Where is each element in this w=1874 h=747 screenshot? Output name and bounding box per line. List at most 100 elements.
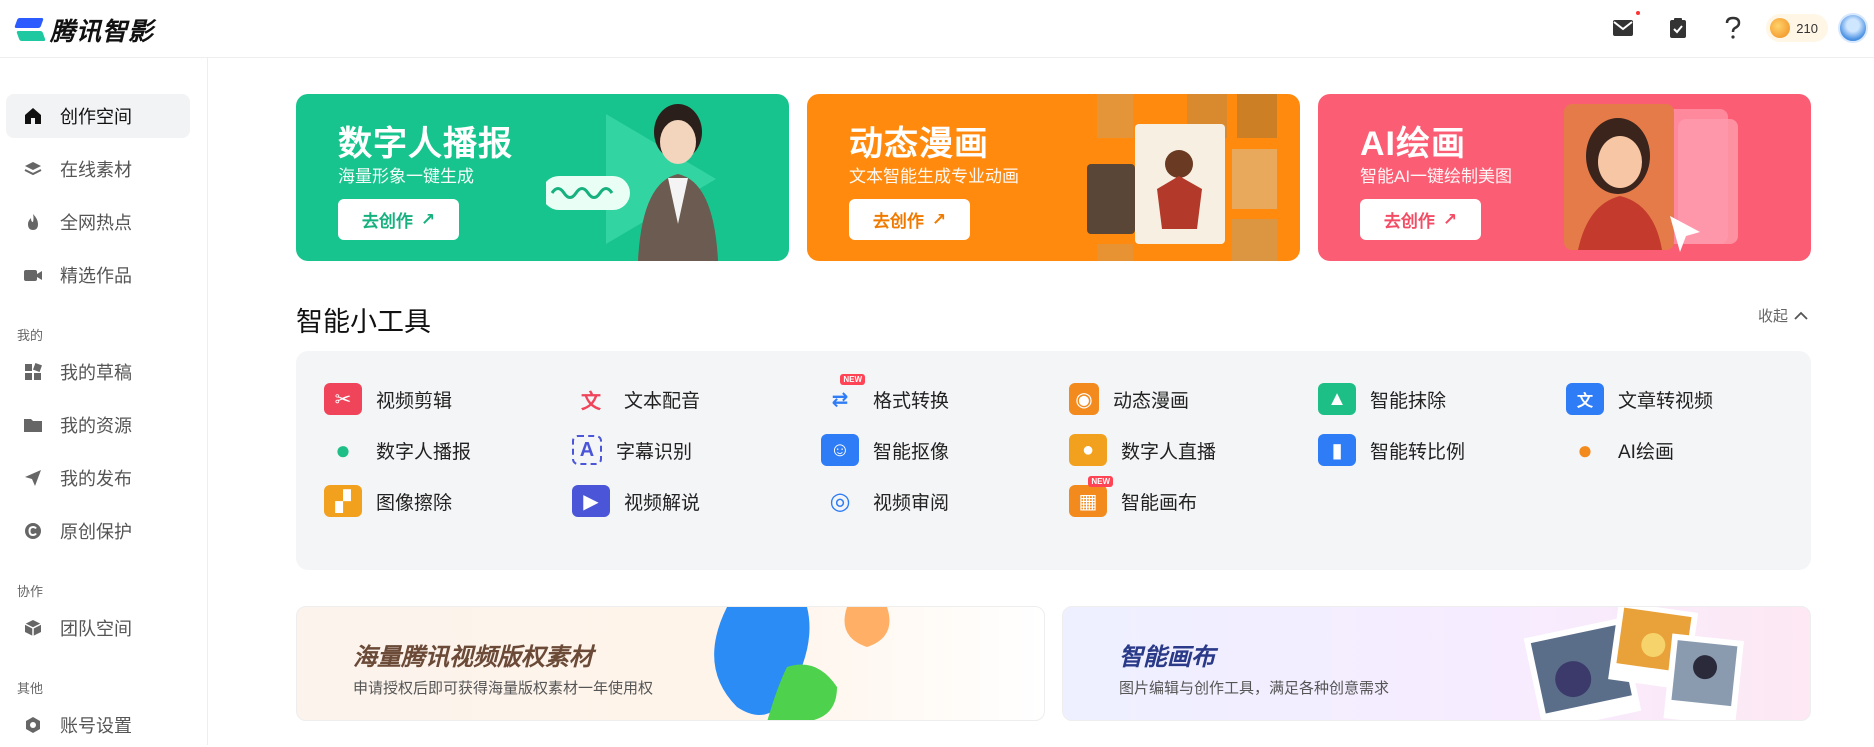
create-button-label: 去创作 <box>872 212 924 231</box>
palette-card-icon: ◉ <box>1069 383 1099 415</box>
tool-label: 智能转比例 <box>1370 441 1466 463</box>
sidebar-item-creation-space[interactable]: 创作空间 <box>6 94 190 138</box>
tool-format-convert[interactable]: ⇄ NEW 格式转换 <box>821 374 949 416</box>
video-review-icon: ◎ <box>829 487 851 515</box>
sidebar-item-account-settings[interactable]: 账号设置 <box>6 703 190 747</box>
sidebar-item-team-space[interactable]: 团队空间 <box>6 606 190 650</box>
tool-image-erase[interactable]: ▞ 图像擦除 <box>324 484 452 518</box>
clipboard-check-icon[interactable] <box>1665 15 1691 41</box>
tool-dynamic-comic[interactable]: ◉ 动态漫画 <box>1069 382 1189 416</box>
promo-decoration <box>714 607 890 720</box>
tool-smart-cutout[interactable]: ☺ 智能抠像 <box>821 433 949 467</box>
cube-icon <box>22 617 44 639</box>
tool-smart-erase[interactable]: ▲ 智能抹除 <box>1318 382 1446 416</box>
app-name: 腾讯智影 <box>50 18 155 46</box>
group-label-mine: 我的 <box>17 328 44 343</box>
tool-digital-human-live[interactable]: ● 数字人直播 <box>1069 433 1216 467</box>
create-button[interactable]: 去创作 ↗ <box>1360 199 1481 240</box>
group-label-other: 其他 <box>17 681 44 696</box>
chevron-up-icon <box>1794 311 1808 320</box>
tool-subtitle-recognition[interactable]: A 字幕识别 <box>572 433 692 467</box>
sidebar-item-my-publish[interactable]: 我的发布 <box>6 456 190 500</box>
banner-title: AI绘画 <box>1360 125 1466 163</box>
tool-video-narration[interactable]: ▶ 视频解说 <box>572 484 700 518</box>
tool-label: 文本配音 <box>624 390 701 412</box>
banner-decoration <box>1564 104 1738 252</box>
arrow-up-right-icon: ↗ <box>1442 209 1458 229</box>
aspect-ratio-icon: ▮ <box>1318 434 1356 466</box>
banner-digital-human[interactable]: 数字人播报 海量形象一键生成 去创作 ↗ <box>296 94 789 261</box>
sidebar-item-my-resources[interactable]: 我的资源 <box>6 403 190 447</box>
sidebar-item-original-protection[interactable]: 原创保护 <box>6 509 190 553</box>
tools-panel: ✂ 视频剪辑 文 文本配音 ⇄ NEW 格式转换 ◉ 动态漫画 ▲ 智能抹除 文 … <box>296 351 1811 570</box>
top-bar: 腾讯智影 210 <box>0 0 1874 58</box>
promo-smart-canvas[interactable]: 智能画布 图片编辑与创作工具，满足各种创意需求 <box>1062 606 1811 721</box>
sidebar-item-hot-topics[interactable]: 全网热点 <box>6 200 190 244</box>
layers-icon <box>22 158 44 180</box>
tool-ai-painting[interactable]: ● AI绘画 <box>1566 433 1674 467</box>
tool-video-review[interactable]: ◎ 视频审阅 <box>821 484 950 518</box>
new-badge: NEW <box>1088 476 1113 487</box>
sidebar: 创作空间 在线素材 全网热点 精选作品 我的 我的草稿 我的资源 我的发布 原创… <box>0 58 208 745</box>
tool-video-edit[interactable]: ✂ 视频剪辑 <box>324 382 452 416</box>
banner-subtitle: 文本智能生成专业动画 <box>849 167 1019 186</box>
collapse-button[interactable]: 收起 <box>1758 305 1808 326</box>
sidebar-item-label: 创作空间 <box>60 107 132 127</box>
scissors-film-icon: ✂ <box>324 383 362 415</box>
tool-label: 智能画布 <box>1121 492 1198 514</box>
create-button[interactable]: 去创作 ↗ <box>849 199 970 240</box>
tool-label: 视频剪辑 <box>376 390 453 412</box>
banner-title: 动态漫画 <box>849 125 989 163</box>
sidebar-item-label: 精选作品 <box>60 266 132 286</box>
sidebar-item-label: 全网热点 <box>60 213 132 233</box>
create-button-label: 去创作 <box>1383 212 1435 231</box>
tool-label: 视频解说 <box>624 492 701 514</box>
create-button[interactable]: 去创作 ↗ <box>338 199 459 240</box>
sidebar-item-label: 账号设置 <box>60 716 132 736</box>
tool-smart-canvas[interactable]: ▦ NEW 智能画布 <box>1069 476 1198 518</box>
coin-count: 210 <box>1796 20 1818 36</box>
sidebar-item-label: 我的发布 <box>60 469 132 489</box>
tool-digital-human-broadcast[interactable]: ● 数字人播报 <box>324 433 471 467</box>
sidebar-item-featured-works[interactable]: 精选作品 <box>6 253 190 297</box>
arrow-up-right-icon: ↗ <box>931 209 947 229</box>
tool-label: 数字人播报 <box>376 441 472 463</box>
group-label-collab: 协作 <box>17 584 44 599</box>
top-actions: 210 <box>1581 10 1874 46</box>
banner-decoration <box>1087 94 1277 261</box>
new-badge: NEW <box>840 374 865 385</box>
format-convert-icon: ⇄ NEW <box>821 374 865 415</box>
sidebar-item-online-assets[interactable]: 在线素材 <box>6 147 190 191</box>
image-erase-icon: ▲ <box>1318 383 1356 415</box>
banner-title: 数字人播报 <box>338 125 513 163</box>
section-title-tools: 智能小工具 <box>296 307 431 337</box>
promo-subtitle: 图片编辑与创作工具，满足各种创意需求 <box>1119 680 1390 697</box>
copyright-icon <box>22 520 44 542</box>
coin-balance[interactable]: 210 <box>1766 14 1828 42</box>
live-person-icon: ● <box>1069 434 1107 466</box>
user-avatar[interactable] <box>1838 13 1868 43</box>
banner-dynamic-comic[interactable]: 动态漫画 文本智能生成专业动画 去创作 ↗ <box>807 94 1300 261</box>
promo-copyright-assets[interactable]: 海量腾讯视频版权素材 申请授权后即可获得海量版权素材一年使用权 <box>296 606 1045 721</box>
tool-label: 文章转视频 <box>1618 390 1714 412</box>
banner-ai-painting[interactable]: AI绘画 智能AI一键绘制美图 去创作 ↗ <box>1318 94 1811 261</box>
tool-label: 数字人直播 <box>1121 441 1217 463</box>
coin-icon <box>1770 18 1791 38</box>
subtitle-scan-icon: A <box>572 435 602 465</box>
image-eraser-icon: ▞ <box>324 485 362 517</box>
app-logo[interactable]: 腾讯智影 <box>16 12 154 48</box>
text-voice-icon: 文 <box>581 390 601 413</box>
settings-hex-icon <box>22 714 44 736</box>
mail-icon[interactable] <box>1610 11 1641 41</box>
promo-title: 海量腾讯视频版权素材 <box>353 644 593 671</box>
tool-text-voice[interactable]: 文 文本配音 <box>572 382 700 416</box>
tool-article-to-video[interactable]: 文 文章转视频 <box>1566 382 1713 416</box>
video-camera-icon <box>22 264 44 286</box>
logo-mark-icon <box>16 16 44 44</box>
help-icon[interactable] <box>1720 15 1746 41</box>
promo-decoration <box>1523 607 1744 720</box>
tool-label: 动态漫画 <box>1113 390 1190 412</box>
sidebar-item-my-drafts[interactable]: 我的草稿 <box>6 350 190 394</box>
tool-label: 智能抠像 <box>873 441 950 463</box>
tool-smart-aspect-ratio[interactable]: ▮ 智能转比例 <box>1318 433 1465 467</box>
